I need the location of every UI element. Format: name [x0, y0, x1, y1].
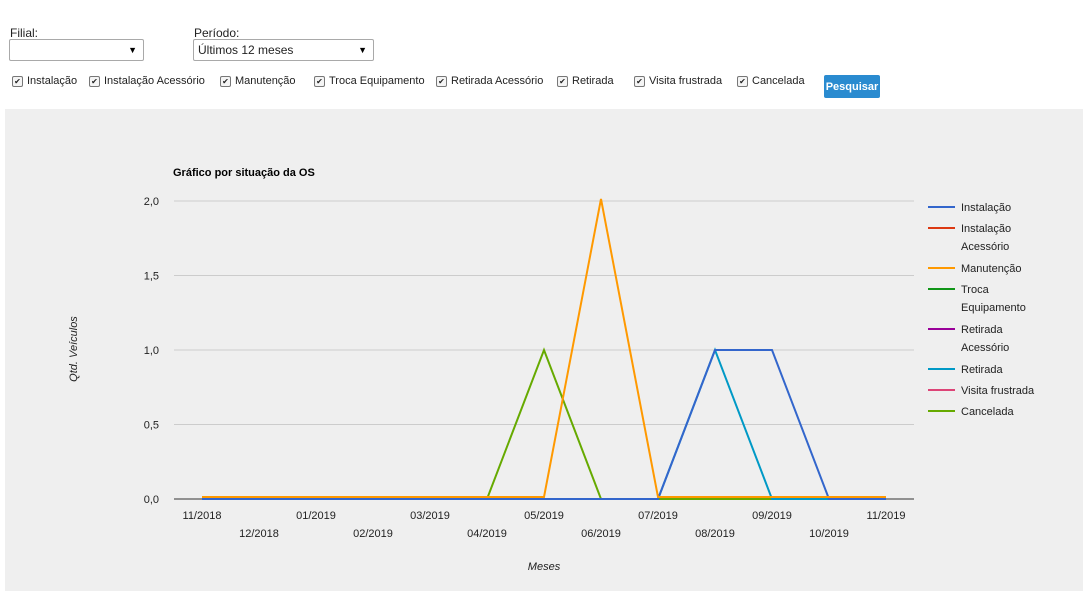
checkbox-instalacao[interactable]: ✔ Instalação [12, 75, 77, 87]
checkbox-manutencao[interactable]: ✔ Manutenção [220, 75, 296, 87]
filial-label: Filial: [10, 26, 39, 40]
x-tick-label: 11/2018 [183, 510, 222, 522]
filial-select[interactable]: ▼ [9, 39, 144, 61]
checkbox-check-icon[interactable]: ✔ [436, 75, 447, 87]
checkbox-retirada-acessorio[interactable]: ✔ Retirada Acessório [436, 75, 543, 87]
y-axis-title: Qtd. Veículos [68, 316, 80, 382]
y-tick-label: 1,0 [144, 345, 159, 357]
checkbox-label: Troca Equipamento [329, 75, 425, 87]
legend-label: Retirada [961, 324, 1003, 336]
checkbox-check-icon[interactable]: ✔ [557, 75, 568, 87]
chevron-down-icon: ▼ [128, 45, 137, 55]
x-tick-label: 05/2019 [524, 510, 564, 522]
legend-label: Visita frustrada [961, 385, 1035, 397]
legend-label: Troca [961, 284, 990, 296]
chart-panel: Gráfico por situação da OS Qtd. Veículos… [5, 109, 1083, 591]
legend-label: Cancelada [961, 406, 1014, 418]
chevron-down-icon: ▼ [358, 45, 367, 55]
x-tick-label: 08/2019 [695, 528, 735, 540]
legend-label: Acessório [961, 342, 1009, 354]
chart-title: Gráfico por situação da OS [173, 167, 315, 179]
checkbox-label: Cancelada [752, 75, 805, 87]
checkbox-label: Manutenção [235, 75, 296, 87]
periodo-select[interactable]: Últimos 12 meses ▼ [193, 39, 374, 61]
checkbox-label: Visita frustrada [649, 75, 723, 87]
checkbox-check-icon[interactable]: ✔ [220, 75, 231, 87]
checkbox-label: Retirada [572, 75, 614, 87]
x-tick-label: 02/2019 [353, 528, 393, 540]
checkbox-check-icon[interactable]: ✔ [12, 75, 23, 87]
x-tick-label: 11/2019 [867, 510, 906, 522]
checkbox-instalacao-acessorio[interactable]: ✔ Instalação Acessório [89, 75, 205, 87]
checkbox-check-icon[interactable]: ✔ [89, 75, 100, 87]
checkbox-label: Instalação Acessório [104, 75, 205, 87]
x-tick-label: 10/2019 [809, 528, 849, 540]
checkbox-troca-equipamento[interactable]: ✔ Troca Equipamento [314, 75, 425, 87]
x-axis-title: Meses [528, 561, 561, 573]
periodo-label: Período: [194, 26, 240, 40]
x-tick-label: 07/2019 [638, 510, 678, 522]
checkbox-visita-frustrada[interactable]: ✔ Visita frustrada [634, 75, 722, 87]
x-tick-label: 04/2019 [467, 528, 507, 540]
x-tick-label: 06/2019 [581, 528, 621, 540]
checkbox-label: Instalação [27, 75, 78, 87]
y-tick-label: 0,5 [144, 420, 159, 432]
checkbox-check-icon[interactable]: ✔ [737, 75, 748, 87]
legend-label: Acessório [961, 241, 1009, 253]
checkbox-label: Retirada Acessório [451, 75, 544, 87]
checkbox-cancelada[interactable]: ✔ Cancelada [737, 75, 805, 87]
x-tick-label: 12/2018 [239, 528, 279, 540]
y-tick-label: 0,0 [144, 494, 159, 506]
periodo-value: Últimos 12 meses [198, 43, 294, 57]
line-chart: Gráfico por situação da OS Qtd. Veículos… [68, 167, 1035, 573]
legend-label: Instalação [961, 202, 1011, 214]
checkbox-retirada[interactable]: ✔ Retirada [557, 75, 614, 87]
x-tick-label: 09/2019 [752, 510, 792, 522]
x-tick-label: 03/2019 [410, 510, 450, 522]
x-tick-label: 01/2019 [296, 510, 336, 522]
legend-label: Instalação [961, 223, 1011, 235]
legend-label: Manutenção [961, 263, 1022, 275]
legend-label: Equipamento [961, 302, 1026, 314]
y-tick-label: 2,0 [144, 196, 159, 208]
search-button[interactable]: Pesquisar [824, 75, 880, 98]
y-tick-label: 1,5 [144, 271, 159, 283]
legend-label: Retirada [961, 364, 1003, 376]
checkbox-check-icon[interactable]: ✔ [634, 75, 645, 87]
checkbox-check-icon[interactable]: ✔ [314, 75, 325, 87]
